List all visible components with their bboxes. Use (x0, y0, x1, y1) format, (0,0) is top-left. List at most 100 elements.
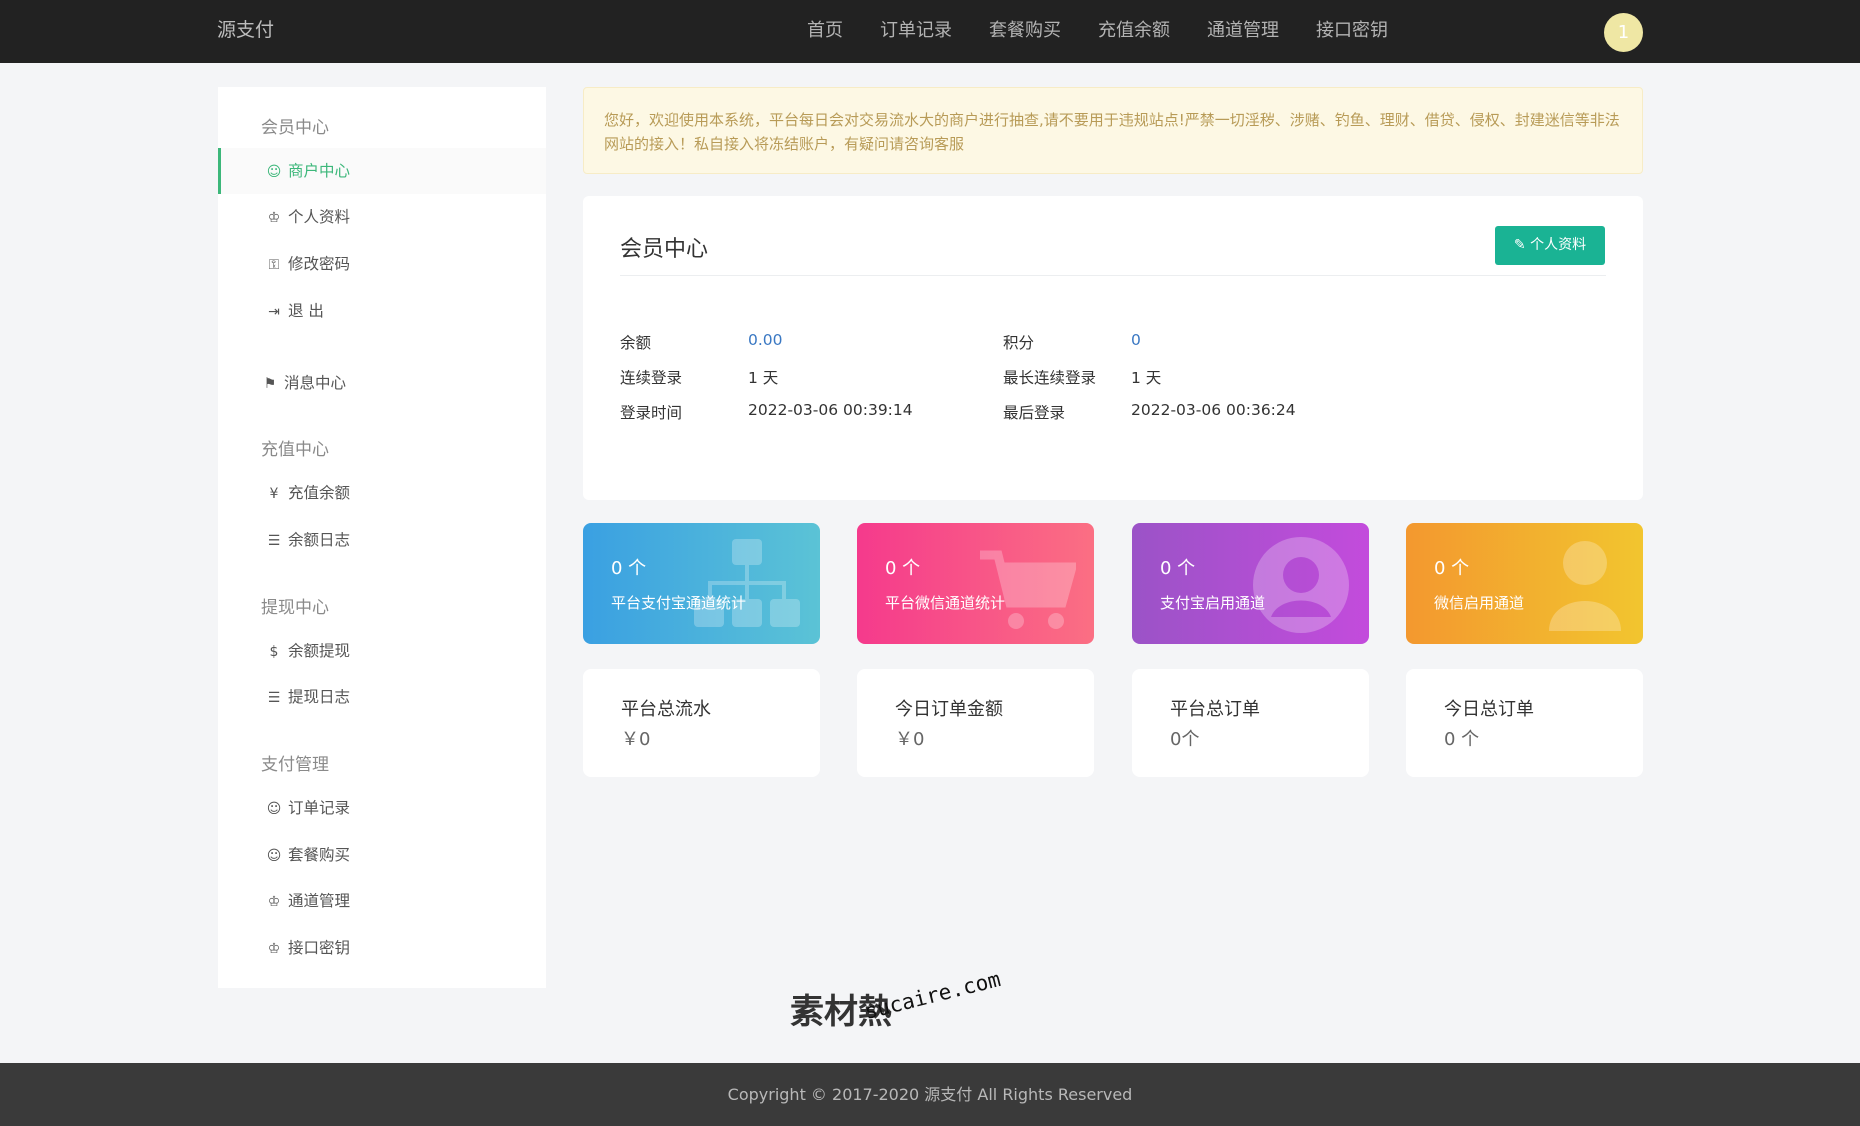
sidebar-item-label: 个人资料 (288, 208, 351, 226)
sidebar-item-messages[interactable]: ⚑ 消息中心 (218, 360, 546, 406)
list-icon: ☰ (267, 533, 281, 549)
stat-tile-wechat-channels[interactable]: 0 个 平台微信通道统计 (857, 523, 1094, 644)
sidebar-item-merchant-center[interactable]: ☺ 商户中心 (218, 148, 546, 194)
nav-item-recharge[interactable]: 充值余额 (1098, 0, 1170, 63)
user-circle-icon: ☺ (266, 164, 282, 180)
user-icon: ♔ (267, 894, 281, 910)
tile-count: 0 个 (885, 558, 921, 579)
user-icon: ♔ (267, 941, 281, 957)
dollar-icon: $ (269, 644, 279, 660)
sidebar-group-title: 充值中心 (261, 440, 329, 460)
streak-label: 连续登录 (620, 369, 683, 387)
shopping-cart-icon (980, 550, 1076, 629)
top-navbar: 源支付 首页 订单记录 套餐购买 充值余额 通道管理 接口密钥 1 (0, 0, 1860, 63)
sidebar-item-label: 余额日志 (288, 531, 351, 549)
summary-total-orders: 平台总订单 0个 (1132, 669, 1369, 777)
profile-button-label: 个人资料 (1530, 237, 1587, 253)
nav-item-api-keys[interactable]: 接口密钥 (1316, 0, 1388, 63)
sidebar-item-label: 消息中心 (284, 374, 347, 392)
top-nav: 首页 订单记录 套餐购买 充值余额 通道管理 接口密钥 (770, 0, 1388, 63)
user-icon: ♔ (267, 210, 281, 226)
sidebar-item-api-keys[interactable]: ♔ 接口密钥 (218, 925, 546, 971)
divider (620, 275, 1606, 276)
sidebar-item-recharge[interactable]: ¥ 充值余额 (218, 470, 546, 516)
summary-title: 今日总订单 (1444, 699, 1534, 720)
sitemap-icon (694, 539, 800, 627)
summary-value: ￥0 (895, 729, 925, 750)
summary-value: 0 个 (1444, 729, 1480, 750)
megaphone-icon: ⚑ (263, 376, 277, 392)
summary-today-amount: 今日订单金额 ￥0 (857, 669, 1094, 777)
avatar[interactable]: 1 (1604, 13, 1643, 52)
member-card: 会员中心 ✎ 个人资料 余额 0.00 积分 0 连续登录 1 天 最长连续登录… (583, 196, 1643, 500)
streak-value: 1 天 (748, 369, 779, 387)
tile-label: 平台微信通道统计 (885, 594, 1006, 612)
sidebar-item-packages[interactable]: ☺ 套餐购买 (218, 832, 546, 878)
sidebar-item-label: 通道管理 (288, 892, 351, 910)
max-streak-value: 1 天 (1131, 369, 1162, 387)
points-label: 积分 (1003, 334, 1035, 352)
user-circle-icon: ☺ (266, 848, 282, 864)
tile-count: 0 个 (611, 558, 647, 579)
sidebar-item-label: 套餐购买 (288, 846, 351, 864)
stat-tile-alipay-enabled[interactable]: 0 个 支付宝启用通道 (1132, 523, 1369, 644)
sidebar-item-label: 退 出 (288, 302, 324, 320)
sidebar-item-label: 订单记录 (288, 799, 351, 817)
sidebar-item-logout[interactable]: ⇥ 退 出 (218, 288, 546, 334)
tile-label: 平台支付宝通道统计 (611, 594, 747, 612)
key-icon: ⚿ (268, 257, 280, 273)
tile-count: 0 个 (1434, 558, 1470, 579)
last-login-label: 最后登录 (1003, 404, 1066, 422)
user-circle-icon: ☺ (266, 801, 282, 817)
yen-icon: ¥ (269, 486, 279, 502)
sidebar-item-label: 充值余额 (288, 484, 351, 502)
watermark-url: sucaire.com (862, 967, 1003, 1024)
balance-value[interactable]: 0.00 (748, 331, 783, 349)
user-circle-icon (1253, 537, 1349, 633)
tile-count: 0 个 (1160, 558, 1196, 579)
sidebar-group-title: 支付管理 (261, 755, 329, 775)
sidebar-item-label: 余额提现 (288, 642, 351, 660)
summary-value: 0个 (1170, 729, 1200, 750)
sidebar-item-change-password[interactable]: ⚿ 修改密码 (218, 241, 546, 287)
balance-label: 余额 (620, 334, 652, 352)
logout-icon: ⇥ (268, 304, 280, 320)
nav-item-orders[interactable]: 订单记录 (880, 0, 952, 63)
login-time-label: 登录时间 (620, 404, 683, 422)
summary-title: 平台总流水 (621, 699, 711, 720)
notice-banner: 您好，欢迎使用本系统，平台每日会对交易流水大的商户进行抽查,请不要用于违规站点!… (583, 87, 1643, 174)
summary-total-flow: 平台总流水 ￥0 (583, 669, 820, 777)
sidebar-item-withdraw[interactable]: $ 余额提现 (218, 628, 546, 674)
nav-item-packages[interactable]: 套餐购买 (989, 0, 1061, 63)
stat-tile-wechat-enabled[interactable]: 0 个 微信启用通道 (1406, 523, 1643, 644)
card-title: 会员中心 (620, 237, 709, 262)
sidebar-item-withdraw-log[interactable]: ☰ 提现日志 (218, 674, 546, 720)
summary-title: 今日订单金额 (895, 699, 1003, 720)
user-icon (1549, 541, 1621, 631)
sidebar-item-channels[interactable]: ♔ 通道管理 (218, 878, 546, 924)
list-icon: ☰ (267, 690, 281, 706)
sidebar-item-label: 修改密码 (288, 255, 351, 273)
tile-label: 支付宝启用通道 (1160, 594, 1266, 612)
stat-tile-alipay-channels[interactable]: 0 个 平台支付宝通道统计 (583, 523, 820, 644)
login-time-value: 2022-03-06 00:39:14 (748, 401, 913, 419)
last-login-value: 2022-03-06 00:36:24 (1131, 401, 1296, 419)
sidebar: 会员中心 ☺ 商户中心 ♔ 个人资料 ⚿ 修改密码 ⇥ 退 出 ⚑ 消息中心 充值中心 ¥… (218, 87, 546, 988)
points-value[interactable]: 0 (1131, 331, 1141, 349)
sidebar-item-label: 接口密钥 (288, 939, 351, 957)
profile-button[interactable]: ✎ 个人资料 (1495, 226, 1605, 265)
pencil-icon: ✎ (1513, 237, 1526, 253)
nav-item-home[interactable]: 首页 (807, 0, 843, 63)
summary-today-orders: 今日总订单 0 个 (1406, 669, 1643, 777)
sidebar-item-balance-log[interactable]: ☰ 余额日志 (218, 517, 546, 563)
nav-item-channels[interactable]: 通道管理 (1207, 0, 1279, 63)
sidebar-item-profile[interactable]: ♔ 个人资料 (218, 194, 546, 240)
max-streak-label: 最长连续登录 (1003, 369, 1097, 387)
sidebar-item-label: 提现日志 (288, 688, 351, 706)
sidebar-item-order-records[interactable]: ☺ 订单记录 (218, 785, 546, 831)
brand-logo[interactable]: 源支付 (217, 0, 274, 63)
tile-label: 微信启用通道 (1434, 594, 1525, 612)
summary-value: ￥0 (621, 729, 651, 750)
sidebar-item-label: 商户中心 (288, 162, 351, 180)
footer: Copyright © 2017-2020 源支付 All Rights Res… (0, 1063, 1860, 1126)
